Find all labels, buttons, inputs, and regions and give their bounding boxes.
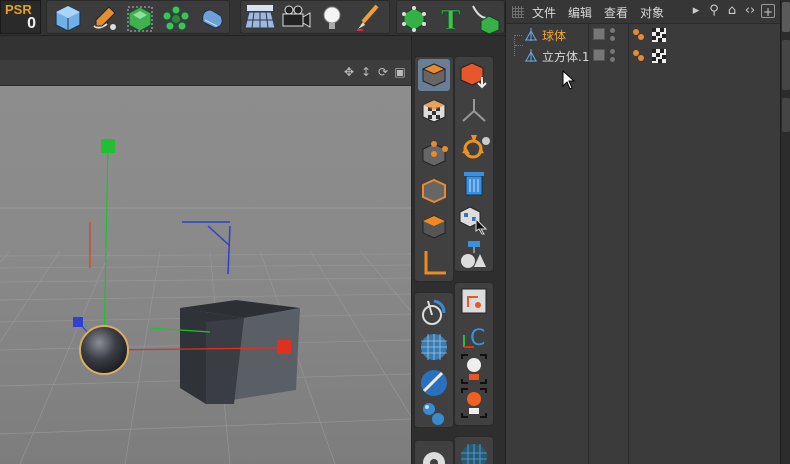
trash-icon[interactable] (458, 167, 490, 199)
layer-icon[interactable] (593, 28, 605, 40)
uv-edit-icon[interactable] (458, 285, 490, 317)
recycle-gear-icon[interactable] (458, 131, 490, 163)
visibility-editor-icon[interactable] (610, 49, 615, 54)
main-toolbar: PSR 0 T (0, 0, 505, 36)
light-icon[interactable] (315, 2, 349, 34)
grid-sphere-icon[interactable] (418, 331, 450, 363)
object-manager: 文件 编辑 查看 对象 ▸ ⚲ ⌂ ‹› + 球体 立方体.1 (505, 0, 781, 464)
psr-indicator[interactable]: PSR 0 (0, 0, 41, 34)
object-row-sphere[interactable]: 球体 (506, 25, 781, 45)
texture-mode-icon[interactable] (418, 95, 450, 127)
extrude-icon[interactable] (469, 2, 503, 35)
phong-tag-icon[interactable] (632, 48, 646, 64)
make-editable-icon[interactable] (458, 59, 490, 91)
toggle-view-icon[interactable]: ▣ (393, 65, 407, 79)
object-list: 球体 立方体.1 (506, 24, 781, 464)
object-name[interactable]: 立方体.1 (542, 48, 589, 65)
coordinates-icon[interactable]: C (458, 319, 490, 351)
material-tag-icon[interactable] (652, 49, 666, 63)
3d-viewport[interactable] (0, 86, 411, 464)
select-object-icon[interactable] (458, 203, 490, 235)
visibility-render-icon[interactable] (610, 36, 615, 41)
toolbar-group-create (46, 0, 230, 34)
toolbar-group-scene (240, 0, 390, 34)
edge-mode-icon[interactable] (418, 175, 450, 207)
side-tab-structure[interactable] (782, 98, 790, 132)
viewport-scene (0, 139, 411, 464)
point-mode-icon[interactable] (418, 139, 450, 171)
expand-menu-icon[interactable]: ▸ (688, 3, 704, 19)
connect-icon[interactable] (458, 95, 490, 127)
null-object-icon (525, 49, 537, 62)
object-name[interactable]: 球体 (542, 27, 566, 44)
visibility-render-icon[interactable] (610, 57, 615, 62)
camera-icon[interactable] (279, 2, 313, 34)
null-object-icon (525, 28, 537, 41)
polygon-mode-icon[interactable] (418, 211, 450, 243)
back-icon[interactable]: ‹› (742, 3, 758, 19)
viewport-navigation: ✥ ↕ ⟳ ▣ (342, 65, 407, 79)
snap-icon[interactable] (397, 2, 431, 34)
panel-grip-icon[interactable] (512, 6, 524, 18)
palette-column-edit: C (454, 282, 494, 426)
visibility-editor-icon[interactable] (610, 28, 615, 33)
cube-icon[interactable] (51, 2, 85, 34)
material-sphere-icon[interactable] (418, 367, 450, 399)
palette-column-actions (454, 56, 494, 272)
pen-icon[interactable] (87, 2, 121, 34)
new-panel-icon[interactable]: + (761, 4, 775, 19)
layer-icon[interactable] (593, 49, 605, 61)
viewport-header: ✥ ↕ ⟳ ▣ (0, 60, 411, 86)
zoom-view-icon[interactable]: ↕ (359, 65, 373, 79)
object-mode-cube-icon[interactable] (418, 59, 450, 91)
side-tab-strip (780, 0, 790, 464)
side-tab-content-browser[interactable] (782, 40, 790, 90)
palette-column-bottom (454, 436, 494, 464)
tag-icon[interactable] (458, 239, 490, 271)
toolbar-group-extra: T (396, 0, 505, 37)
floor-grid-icon[interactable] (243, 2, 277, 34)
text-icon[interactable]: T (433, 2, 467, 37)
search-icon[interactable]: ⚲ (706, 3, 722, 19)
subdivision-icon[interactable] (123, 2, 157, 34)
material-tag-icon[interactable] (652, 28, 666, 42)
home-icon[interactable]: ⌂ (724, 3, 740, 19)
viewport-menu-area (0, 36, 411, 60)
menu-view[interactable]: 查看 (604, 4, 628, 21)
menu-edit[interactable]: 编辑 (568, 4, 592, 21)
axis-mode-icon[interactable] (418, 247, 450, 279)
cinema4d-window: PSR 0 T ✥ ↕ ⟳ ▣ C 文件 编辑 查看 对象 ▸ ⚲ ⌂ ‹› +… (0, 0, 790, 464)
palette-column-settings (414, 440, 454, 464)
mode-palette: C (411, 36, 505, 464)
snap-settings-icon[interactable] (418, 295, 450, 327)
move-view-icon[interactable]: ✥ (342, 65, 356, 79)
psr-value: 0 (27, 15, 36, 32)
rotate-view-icon[interactable]: ⟳ (376, 65, 390, 79)
deformer-icon[interactable] (195, 2, 229, 34)
mouse-cursor-icon (562, 70, 576, 90)
gear-icon[interactable] (418, 443, 450, 464)
side-tab-objects[interactable] (782, 2, 790, 32)
object-row-cube[interactable]: 立方体.1 (506, 35, 781, 66)
menu-objects[interactable]: 对象 (640, 4, 664, 21)
joint-orange-icon[interactable] (458, 387, 490, 419)
grid-ball-icon[interactable] (458, 439, 490, 464)
phong-tag-icon[interactable] (632, 27, 646, 43)
palette-column-modes (414, 56, 454, 282)
object-manager-menu: 文件 编辑 查看 对象 ▸ ⚲ ⌂ ‹› + (506, 0, 781, 24)
paint-brush-icon[interactable] (351, 2, 385, 34)
joint-icon[interactable] (458, 353, 490, 385)
palette-column-tools (414, 292, 454, 428)
svg-text:T: T (441, 6, 461, 34)
spheres-icon[interactable] (418, 397, 450, 429)
menu-file[interactable]: 文件 (532, 4, 556, 21)
cloner-icon[interactable] (159, 2, 193, 34)
